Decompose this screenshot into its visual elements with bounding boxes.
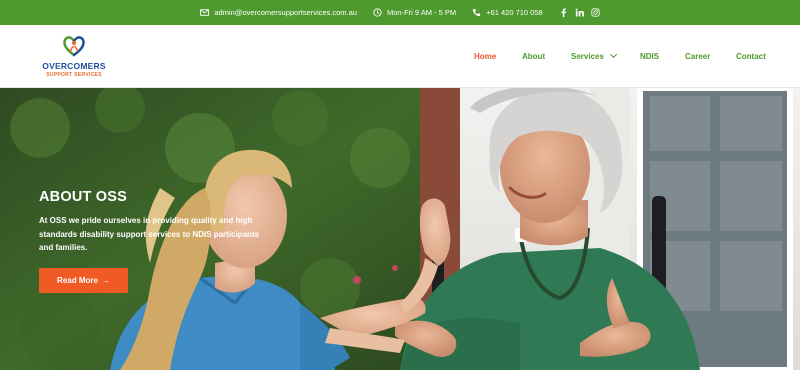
nav-home[interactable]: Home — [474, 52, 496, 61]
phone-icon — [473, 8, 481, 17]
nav-services[interactable]: Services — [571, 50, 617, 61]
facebook-icon[interactable] — [559, 8, 568, 17]
envelope-icon — [200, 9, 210, 16]
hero-banner: ABOUT OSS At OSS we pride ourselves in p… — [0, 88, 800, 370]
hero-description: At OSS we pride ourselves in providing q… — [39, 216, 260, 252]
instagram-icon[interactable] — [591, 8, 600, 17]
nav-ndis[interactable]: NDIS — [640, 52, 659, 61]
chevron-down-icon — [609, 50, 617, 59]
main-navigation: Home About Services NDIS Career Contact — [0, 25, 800, 88]
page-bottom-gap — [0, 370, 800, 382]
nav-career[interactable]: Career — [685, 52, 710, 61]
social-links — [559, 8, 600, 17]
nav-services-label: Services — [571, 52, 604, 61]
nav-contact[interactable]: Contact — [736, 52, 766, 61]
nav-about[interactable]: About — [522, 52, 545, 61]
top-info-bar: admin@overcomersupportservices.com.au Mo… — [0, 0, 800, 25]
main-header: OVERCOMERS SUPPORT SERVICES Home About S… — [0, 25, 800, 88]
read-more-label: Read More — [57, 276, 98, 285]
arrow-right-icon: → — [101, 276, 110, 285]
hours-text: Mon-Fri 9 AM - 5 PM — [386, 8, 457, 17]
email-contact[interactable]: admin@overcomersupportservices.com.au — [200, 8, 357, 17]
clock-icon — [373, 8, 382, 17]
phone-contact[interactable]: +61 420 710 058 — [472, 8, 543, 17]
hero-title: ABOUT OSS — [39, 189, 127, 205]
phone-text[interactable]: +61 420 710 058 — [486, 8, 543, 17]
read-more-button[interactable]: Read More → — [39, 268, 128, 293]
linkedin-icon[interactable] — [575, 8, 584, 17]
hours-info: Mon-Fri 9 AM - 5 PM — [373, 8, 456, 17]
email-text[interactable]: admin@overcomersupportservices.com.au — [214, 8, 357, 17]
